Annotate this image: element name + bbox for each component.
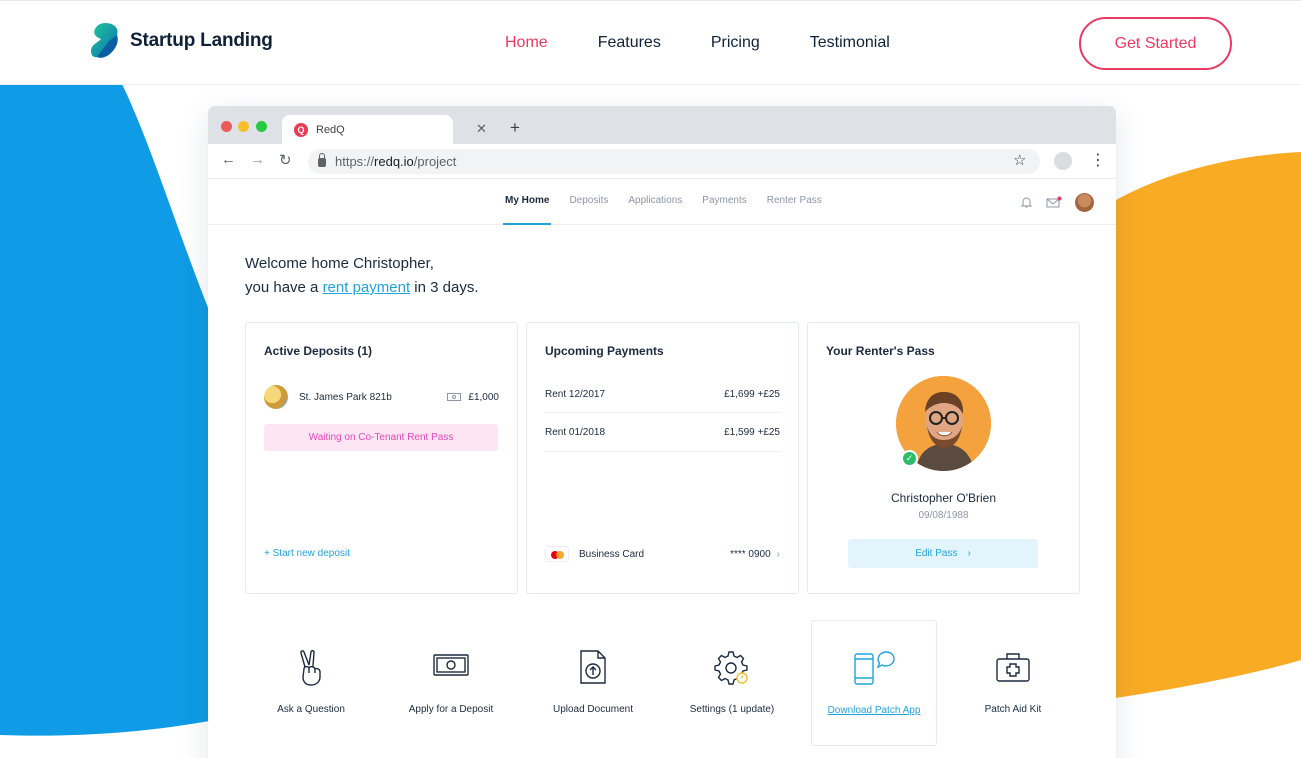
download-patch-app-link[interactable]: Download Patch App [812, 705, 936, 716]
action-label: Apply for a Deposit [408, 704, 494, 715]
edit-pass-label: Edit Pass [915, 548, 958, 559]
welcome-message: Welcome home Christopher, you have a ren… [245, 252, 479, 300]
browser-tab-strip: Q RedQ ✕ + [208, 106, 1116, 144]
nav-home[interactable]: Home [505, 34, 548, 52]
deposit-amount: £1,000 [468, 391, 499, 403]
bookmark-star-icon[interactable]: ☆ [1013, 151, 1026, 169]
renters-pass-card: Your Renter's Pass ✓ Christopher O'Brien… [807, 322, 1080, 594]
nav-pricing[interactable]: Pricing [711, 34, 760, 52]
welcome-pre: you have a [245, 279, 319, 296]
download-app-action[interactable]: Download Patch App [811, 620, 937, 746]
app-tab-applications[interactable]: Applications [628, 195, 682, 206]
redq-favicon-icon: Q [294, 122, 308, 137]
browser-mockup: Q RedQ ✕ + ← → ↻ https://redq.io/project… [208, 106, 1116, 758]
card-title: Your Renter's Pass [826, 344, 935, 358]
apply-deposit-action[interactable]: Apply for a Deposit [388, 620, 514, 746]
maximize-window-dot[interactable] [256, 121, 267, 132]
browser-toolbar: ← → ↻ https://redq.io/project ☆ ⋮ [208, 144, 1116, 179]
brand[interactable]: Startup Landing [91, 23, 273, 59]
peace-hand-icon [300, 650, 321, 686]
divider [545, 451, 780, 452]
browser-profile-icon[interactable] [1054, 152, 1072, 170]
site-header: Startup Landing Home Features Pricing Te… [0, 0, 1301, 85]
patch-aid-kit-action[interactable]: Patch Aid Kit [950, 620, 1076, 746]
app-tab-deposits[interactable]: Deposits [569, 195, 608, 206]
url-host: redq.io [374, 154, 414, 169]
payment-row[interactable]: Rent 12/2017 £1,699 +£25 [545, 389, 780, 400]
nav-testimonial[interactable]: Testimonial [810, 34, 890, 52]
brand-name: Startup Landing [130, 30, 273, 51]
payment-row[interactable]: Rent 01/2018 £1,599 +£25 [545, 427, 780, 438]
card-name: Business Card [579, 548, 645, 560]
get-started-button[interactable]: Get Started [1079, 17, 1232, 70]
action-label: Patch Aid Kit [984, 704, 1042, 715]
lock-icon [318, 153, 326, 167]
payment-amount: £1,699 +£25 [724, 389, 780, 400]
tab-close-icon[interactable]: ✕ [476, 121, 487, 137]
forward-arrow-icon[interactable]: → [250, 151, 265, 168]
upload-document-icon [580, 650, 606, 684]
address-bar[interactable]: https://redq.io/project [308, 149, 1040, 174]
user-avatar[interactable] [1075, 193, 1094, 212]
minimize-window-dot[interactable] [238, 121, 249, 132]
reload-icon[interactable]: ↻ [279, 151, 292, 169]
action-label: Upload Document [552, 704, 634, 715]
upcoming-payments-card: Upcoming Payments Rent 12/2017 £1,699 +£… [526, 322, 799, 594]
chevron-right-icon: › [967, 548, 971, 559]
rent-payment-link[interactable]: rent payment [323, 279, 411, 296]
ask-question-action[interactable]: Ask a Question [248, 620, 374, 746]
payment-label: Rent 12/2017 [545, 389, 606, 400]
app-tab-renter-pass[interactable]: Renter Pass [767, 195, 822, 206]
payment-amount: £1,599 +£25 [724, 427, 780, 438]
settings-gear-icon [714, 651, 748, 685]
renter-dob: 09/08/1988 [918, 510, 969, 521]
mastercard-icon [545, 546, 569, 562]
new-tab-icon[interactable]: + [510, 118, 520, 138]
payment-method-row[interactable]: Business Card **** 0900 › [545, 546, 780, 562]
deposit-row[interactable]: St. James Park 821b £1,000 [264, 385, 499, 409]
upload-document-action[interactable]: Upload Document [530, 620, 656, 746]
app-tab-my-home[interactable]: My Home [502, 195, 552, 225]
url-scheme: https:// [335, 154, 375, 169]
first-aid-kit-icon [996, 653, 1030, 682]
card-title: Upcoming Payments [545, 344, 664, 358]
card-title: Active Deposits (1) [264, 344, 373, 358]
divider [545, 412, 780, 413]
edit-pass-button[interactable]: Edit Pass › [848, 539, 1038, 568]
welcome-line1: Welcome home Christopher, [245, 255, 434, 272]
action-label: Settings (1 update) [689, 704, 775, 715]
cash-icon [447, 393, 462, 401]
phone-chat-icon [854, 651, 895, 685]
action-label: Ask a Question [277, 704, 345, 715]
renter-name: Christopher O'Brien [891, 491, 996, 505]
bell-icon[interactable] [1020, 196, 1033, 209]
active-deposits-card: Active Deposits (1) St. James Park 821b … [245, 322, 518, 594]
nav-features[interactable]: Features [598, 34, 661, 52]
back-arrow-icon[interactable]: ← [221, 151, 236, 168]
tab-title: RedQ [316, 123, 345, 136]
brand-logo-icon [91, 23, 118, 58]
browser-menu-icon[interactable]: ⋮ [1090, 150, 1106, 170]
orange-blob-shape [1116, 152, 1301, 698]
settings-action[interactable]: Settings (1 update) [669, 620, 795, 746]
app-tab-payments[interactable]: Payments [702, 195, 746, 206]
browser-tab[interactable]: Q RedQ [282, 115, 453, 144]
property-thumbnail [264, 385, 288, 409]
chevron-right-icon: › [776, 548, 780, 560]
mail-icon[interactable] [1046, 196, 1062, 209]
property-name: St. James Park 821b [299, 391, 392, 403]
app-nav: My Home Deposits Applications Payments R… [208, 179, 1116, 225]
payment-label: Rent 01/2018 [545, 427, 606, 438]
verified-check-icon: ✓ [901, 450, 918, 467]
close-window-dot[interactable] [221, 121, 232, 132]
url-path: /project [413, 154, 457, 169]
start-new-deposit-link[interactable]: + Start new deposit [264, 548, 350, 559]
deposit-status-note: Waiting on Co-Tenant Rent Pass [264, 424, 498, 451]
welcome-post: in 3 days. [414, 279, 479, 296]
landing-page: Startup Landing Home Features Pricing Te… [0, 0, 1301, 758]
card-number: **** 0900 [730, 548, 771, 560]
banknote-icon [433, 654, 469, 676]
main-nav: Home Features Pricing Testimonial [505, 34, 940, 52]
